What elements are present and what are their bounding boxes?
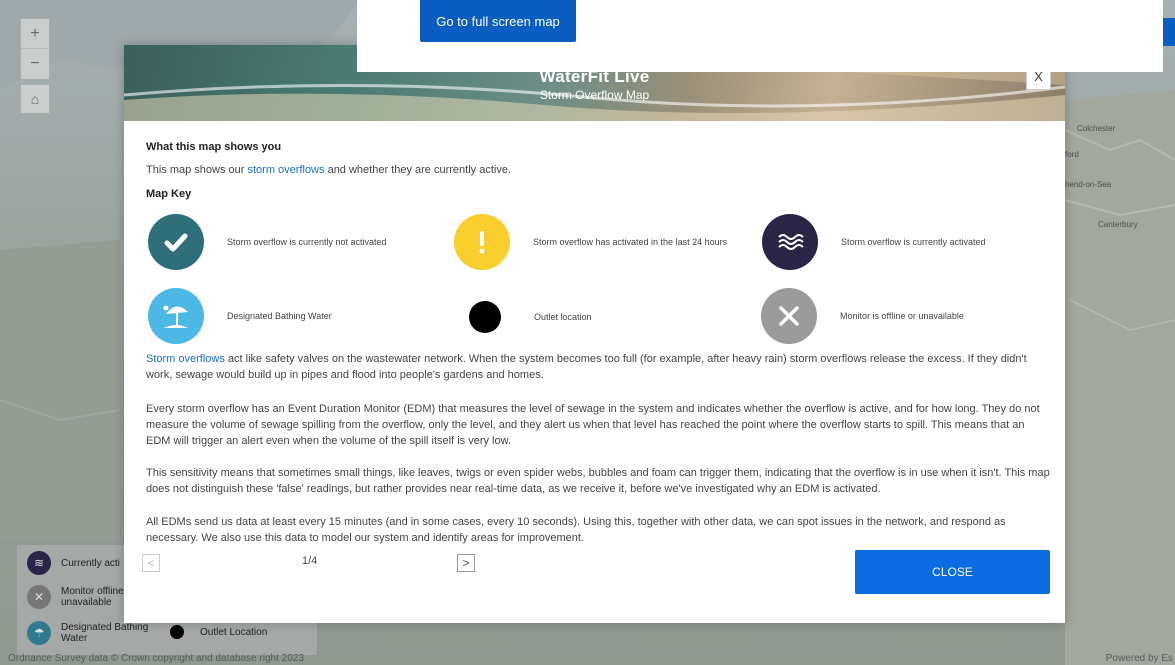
home-icon: ⌂ — [30, 91, 40, 107]
intro-text: This map shows our storm overflows and w… — [146, 164, 1051, 176]
paragraph-4: All EDMs send us data at least every 15 … — [146, 516, 1006, 544]
paragraph-1: Storm overflows act like safety valves o… — [146, 351, 1051, 383]
beach-umbrella-icon — [148, 288, 204, 344]
key-label: Storm overflow has activated in the last… — [533, 237, 728, 247]
legend-label: Designated Bathing Water — [61, 622, 148, 644]
full-screen-map-button[interactable]: Go to full screen map — [420, 0, 576, 42]
modal-subtitle: Storm Overflow Map — [539, 88, 650, 102]
intro-suffix: and whether they are currently active. — [324, 164, 511, 176]
map-key-heading: Map Key — [146, 188, 192, 200]
zoom-control: + − — [20, 18, 50, 80]
zoom-in-button[interactable]: + — [21, 19, 49, 49]
legend-label: Monitor offline unavailable — [61, 586, 124, 608]
town-label: hend-on-Sea — [1065, 180, 1112, 189]
key-item-offline: Monitor is offline or unavailable — [761, 288, 1040, 344]
exclamation-icon — [454, 214, 510, 270]
next-page-button[interactable]: > — [457, 554, 475, 572]
legend-label-line: Monitor offline — [61, 586, 124, 597]
town-label: ford — [1065, 150, 1079, 159]
storm-overflows-link[interactable]: storm overflows — [247, 164, 324, 176]
info-modal: WaterFit Live Storm Overflow Map X What … — [124, 45, 1065, 623]
key-label: Storm overflow is currently not activate… — [227, 237, 387, 247]
town-label: Colchester — [1077, 124, 1116, 133]
town-label: Canterbury — [1098, 220, 1138, 229]
legend-label: Outlet Location — [200, 626, 268, 638]
prev-page-button[interactable]: < — [142, 554, 160, 572]
legend-label-line: Water — [61, 633, 88, 644]
key-item-bathing-water: Designated Bathing Water — [148, 288, 427, 344]
intro-prefix: This map shows our — [146, 164, 248, 176]
top-panel: Go to full screen map — [357, 0, 1163, 72]
x-icon — [761, 288, 817, 344]
key-item-outlet: Outlet location — [469, 301, 734, 333]
legend-label-line: Designated Bathing — [61, 622, 149, 633]
legend-row-active: ≋ Currently acti — [27, 551, 120, 575]
legend-label: Currently acti — [61, 557, 120, 569]
key-item-currently-activated: Storm overflow is currently activated — [762, 214, 1041, 270]
key-label: Outlet location — [534, 312, 592, 322]
x-icon: ✕ — [27, 585, 51, 609]
map-side-button[interactable] — [1163, 18, 1175, 46]
section-heading: What this map shows you — [146, 141, 282, 153]
paragraph-3: This sensitivity means that sometimes sm… — [146, 467, 1050, 495]
key-label: Storm overflow is currently activated — [841, 237, 986, 247]
modal-body: What this map shows you This map shows o… — [146, 141, 1051, 200]
storm-overflows-link[interactable]: Storm overflows — [146, 353, 225, 365]
paragraph-text: act like safety valves on the wastewater… — [146, 353, 1027, 381]
legend-row-bathing: ☂ Designated Bathing Water — [27, 621, 148, 645]
legend-row-offline: ✕ Monitor offline unavailable — [27, 585, 124, 609]
zoom-out-button[interactable]: − — [21, 49, 49, 79]
paragraph-2: Every storm overflow has an Event Durati… — [146, 403, 1040, 447]
key-label: Monitor is offline or unavailable — [840, 311, 964, 321]
outlet-dot-icon — [170, 625, 184, 639]
legend-row-outlet: Outlet Location — [170, 625, 267, 639]
key-item-not-activated: Storm overflow is currently not activate… — [148, 214, 427, 270]
close-button[interactable]: CLOSE — [855, 550, 1050, 594]
legend-label-line: unavailable — [61, 597, 112, 608]
beach-umbrella-icon: ☂ — [27, 621, 51, 645]
check-icon — [148, 214, 204, 270]
outlet-dot-icon — [469, 301, 501, 333]
waves-icon: ≋ — [27, 551, 51, 575]
home-button[interactable]: ⌂ — [20, 84, 50, 114]
waves-icon — [762, 214, 818, 270]
key-item-activated-24h: Storm overflow has activated in the last… — [454, 214, 733, 270]
powered-by[interactable]: Powered by Es — [1106, 653, 1173, 664]
key-label: Designated Bathing Water — [227, 311, 332, 321]
page-indicator: 1/4 — [302, 555, 318, 567]
map-copyright: Ordnance Survey data © Crown copyright a… — [8, 653, 304, 664]
